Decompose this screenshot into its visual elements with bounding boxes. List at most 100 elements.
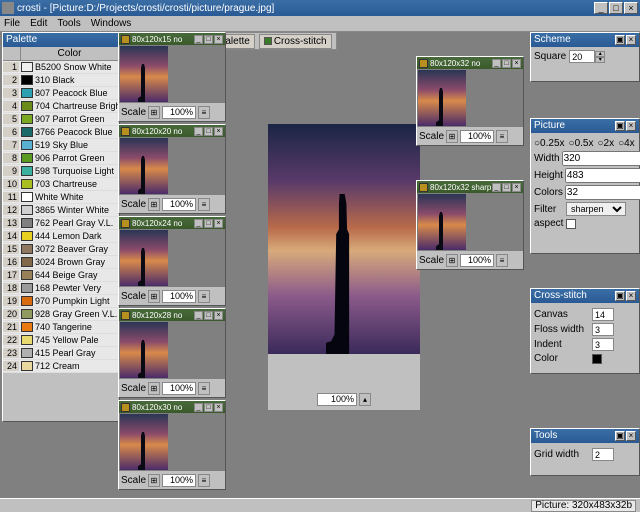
panel-close-icon[interactable]: × [626,431,636,441]
preview-thumbnail[interactable] [120,230,168,286]
floss-input[interactable] [592,323,614,336]
maximize-icon[interactable]: □ [204,35,213,44]
menu-windows[interactable]: Windows [91,18,132,29]
preview-titlebar[interactable]: 80x120x28 no_□× [119,309,225,321]
tab-cross-stitch[interactable]: Cross-stitch [259,34,332,49]
menu-edit[interactable]: Edit [30,18,47,29]
scale-step-icon[interactable]: ≡ [198,382,210,395]
preview-titlebar[interactable]: 80x120x32 sharpen_□× [417,181,523,193]
scale-step-icon[interactable]: ≡ [198,198,210,211]
scale-input[interactable] [162,290,196,303]
scale-up-icon[interactable]: ▴ [359,393,371,406]
minimize-icon[interactable]: _ [194,219,203,228]
indent-input[interactable] [592,338,614,351]
maximize-icon[interactable]: □ [502,59,511,68]
main-scale-input[interactable] [317,393,357,406]
scale-fit-icon[interactable]: ⊞ [446,130,458,143]
palette-row[interactable]: 14444 Lemon Dark [3,230,119,243]
palette-row[interactable]: 4704 Chartreuse Bright [3,100,119,113]
palette-row[interactable]: 9598 Turquoise Light [3,165,119,178]
palette-row[interactable]: 23415 Pearl Gray [3,347,119,360]
palette-row[interactable]: 7519 Sky Blue [3,139,119,152]
close-icon[interactable]: × [512,59,521,68]
scale-fit-icon[interactable]: ⊞ [446,254,458,267]
close-button[interactable]: × [624,2,638,14]
scale-fit-icon[interactable]: ⊞ [148,474,160,487]
preview-window[interactable]: 80x120x15 no_□×Scale⊞≡ [118,32,226,122]
preview-titlebar[interactable]: 80x120x15 no_□× [119,33,225,45]
grid-input[interactable] [592,448,614,461]
preview-thumbnail[interactable] [120,46,168,102]
preview-titlebar[interactable]: 80x120x20 no_□× [119,125,225,137]
panel-close-icon[interactable]: × [626,35,636,45]
maximize-icon[interactable]: □ [204,311,213,320]
palette-row[interactable]: 22745 Yellow Pale [3,334,119,347]
scale-input[interactable] [460,130,494,143]
height-input[interactable] [565,168,640,183]
scale-input[interactable] [162,382,196,395]
preview-window[interactable]: 80x120x32 no_□×Scale⊞≡ [416,56,524,146]
minimize-icon[interactable]: _ [194,127,203,136]
scale-step-icon[interactable]: ≡ [198,474,210,487]
maximize-button[interactable]: □ [609,2,623,14]
scale-step-icon[interactable]: ≡ [496,130,508,143]
menu-file[interactable]: File [4,18,20,29]
palette-row[interactable]: 10703 Chartreuse [3,178,119,191]
palette-row[interactable]: 17644 Beige Gray [3,269,119,282]
scale-input[interactable] [460,254,494,267]
scale-step-icon[interactable]: ≡ [198,106,210,119]
panel-close-icon[interactable]: × [626,121,636,131]
preview-thumbnail[interactable] [120,138,168,194]
scale-fit-icon[interactable]: ⊞ [148,290,160,303]
scale-step-icon[interactable]: ≡ [198,290,210,303]
panel-close-icon[interactable]: × [626,291,636,301]
panel-pin-icon[interactable]: ▣ [615,121,625,131]
palette-row[interactable]: 2310 Black [3,74,119,87]
minimize-icon[interactable]: _ [492,59,501,68]
panel-pin-icon[interactable]: ▣ [615,35,625,45]
aspect-checkbox[interactable] [566,219,576,229]
scale-fit-icon[interactable]: ⊞ [148,198,160,211]
scale-input[interactable] [162,198,196,211]
maximize-icon[interactable]: □ [204,127,213,136]
preview-titlebar[interactable]: 80x120x24 no_□× [119,217,225,229]
close-icon[interactable]: × [214,219,223,228]
scale-step-icon[interactable]: ≡ [496,254,508,267]
preview-window[interactable]: 80x120x24 no_□×Scale⊞≡ [118,216,226,306]
preview-window[interactable]: 80x120x32 sharpen_□×Scale⊞≡ [416,180,524,270]
preview-window[interactable]: 80x120x20 no_□×Scale⊞≡ [118,124,226,214]
minimize-icon[interactable]: _ [492,183,501,192]
close-icon[interactable]: × [214,35,223,44]
spin-down-icon[interactable]: ▾ [595,57,605,63]
palette-row[interactable]: 11White White [3,191,119,204]
palette-row[interactable]: 5907 Parrot Green [3,113,119,126]
preview-thumbnail[interactable] [120,322,168,378]
panel-pin-icon[interactable]: ▣ [615,431,625,441]
close-icon[interactable]: × [512,183,521,192]
close-icon[interactable]: × [214,311,223,320]
preview-titlebar[interactable]: 80x120x32 no_□× [417,57,523,69]
main-image[interactable] [268,124,420,354]
palette-row[interactable]: 3807 Peacock Blue [3,87,119,100]
palette-row[interactable]: 24712 Cream [3,360,119,373]
scale-input[interactable] [162,106,196,119]
preview-thumbnail[interactable] [418,70,466,126]
maximize-icon[interactable]: □ [204,219,213,228]
scale-fit-icon[interactable]: ⊞ [148,382,160,395]
palette-list[interactable]: 1B5200 Snow White2310 Black3807 Peacock … [3,61,119,373]
width-input[interactable] [562,151,640,166]
menu-tools[interactable]: Tools [57,18,80,29]
minimize-button[interactable]: _ [594,2,608,14]
minimize-icon[interactable]: _ [194,403,203,412]
color-swatch[interactable] [592,354,602,364]
palette-row[interactable]: 1B5200 Snow White [3,61,119,74]
palette-row[interactable]: 153072 Beaver Gray [3,243,119,256]
colors-input[interactable] [565,185,640,200]
palette-row[interactable]: 19970 Pumpkin Light [3,295,119,308]
maximize-icon[interactable]: □ [204,403,213,412]
scale-input[interactable] [162,474,196,487]
maximize-icon[interactable]: □ [502,183,511,192]
preview-thumbnail[interactable] [418,194,466,250]
preview-thumbnail[interactable] [120,414,168,470]
preview-titlebar[interactable]: 80x120x30 no_□× [119,401,225,413]
